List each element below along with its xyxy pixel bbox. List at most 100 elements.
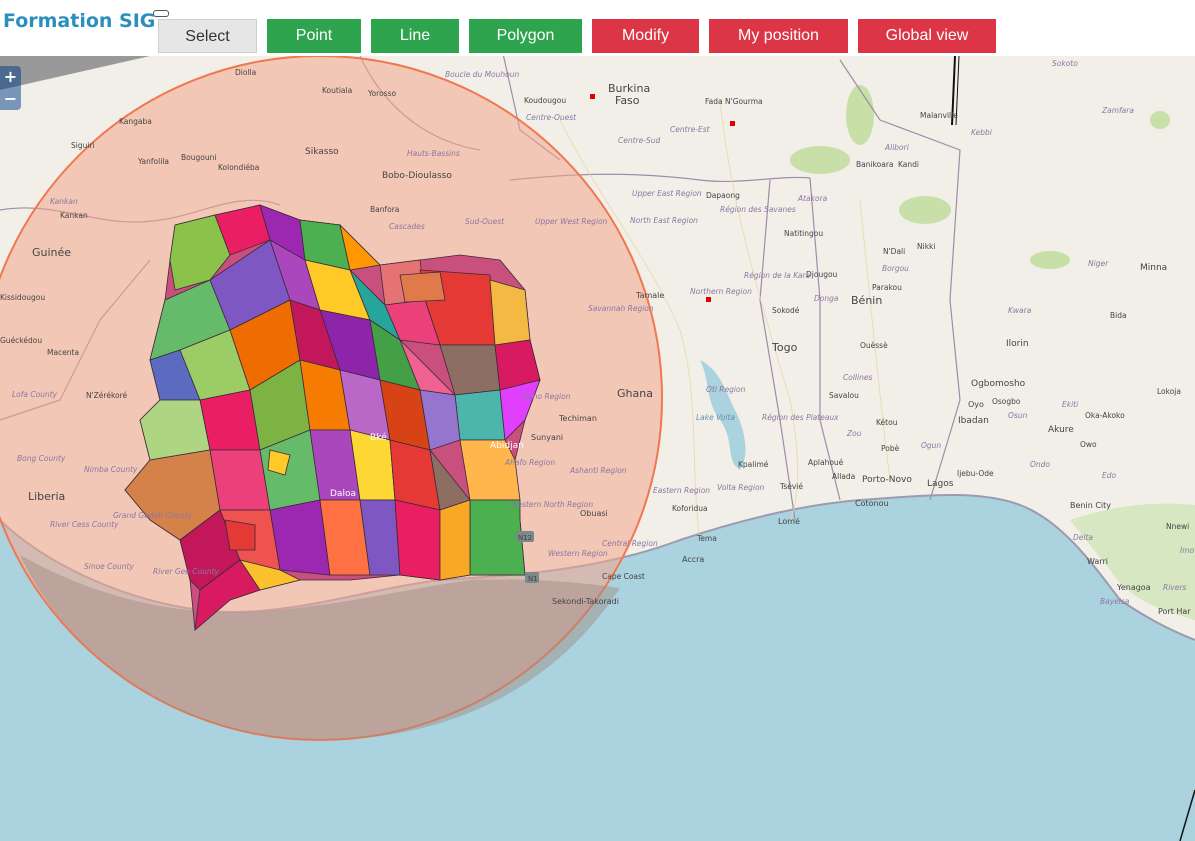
label-gueckedou: Guéckédou [0,336,42,345]
label-zou: Zou [846,429,862,438]
top-toolbar: Formation SIG Select Point Line Polygon … [0,0,1195,56]
label-ekiti: Ekiti [1062,400,1079,409]
label-ogun: Ogun [921,441,941,450]
label-togo: Togo [771,341,798,354]
label-bono: Bono Region [523,392,571,401]
label-malanville: Malanville [920,111,958,120]
label-aplahoue: Aplahoué [808,458,844,467]
label-obuasi: Obuasi [580,509,608,518]
label-imo: Imo [1180,546,1195,555]
svg-text:N12: N12 [518,534,532,542]
label-savalou: Savalou [829,391,859,400]
label-delta: Delta [1073,533,1093,542]
label-kolondieba: Kolondiéba [218,163,259,172]
label-lagos: Lagos [927,479,954,489]
label-rivers: Rivers [1163,583,1186,592]
label-koforidua: Koforidua [672,504,708,513]
label-accra: Accra [682,555,704,564]
label-cascades: Cascades [389,222,425,231]
my-position-button[interactable]: My position [709,19,848,53]
label-lake-volta: Lake Volta [696,413,735,422]
label-centre-ouest: Centre-Ouest [526,113,577,122]
label-bida: Bida [1110,311,1127,320]
label-dapaong: Dapaong [706,191,740,200]
label-kpalime: Kpalimé [738,460,769,469]
line-button[interactable]: Line [371,19,459,53]
label-zamfara: Zamfara [1101,106,1134,115]
label-ketou: Kétou [876,418,898,427]
label-ogbomosho: Ogbomosho [971,379,1026,389]
label-kandi: Kandi [898,160,919,169]
select-button[interactable]: Select [158,19,257,53]
point-marker[interactable] [706,297,711,302]
label-kwara: Kwara [1008,306,1032,315]
city-label-daloa: Daloa [330,489,356,499]
map-svg: Bké Daloa Abidjan Burkina Faso Ghana Tog… [0,56,1195,841]
point-button[interactable]: Point [267,19,361,53]
label-ouesse: Ouèssè [860,341,888,350]
label-guinee: Guinée [32,246,71,259]
label-oyo: Oyo [968,400,984,409]
point-marker[interactable] [730,121,735,126]
label-koutiala: Koutiala [322,86,352,95]
label-benin: Bénin [851,294,882,307]
modify-button[interactable]: Modify [592,19,699,53]
label-oka: Oka-Akoko [1085,411,1125,420]
label-collines: Collines [843,373,872,382]
label-yorosso: Yorosso [367,89,396,98]
label-lofa: Lofa County [12,390,58,399]
label-ibadan: Ibadan [958,416,989,426]
label-edo: Edo [1102,471,1116,480]
label-boucle: Boucle du Mouhoun [445,70,519,79]
label-ilorin: Ilorin [1006,339,1029,349]
label-banikoara: Banikoara [856,160,894,169]
map-canvas[interactable]: Bké Daloa Abidjan Burkina Faso Ghana Tog… [0,56,1195,841]
label-ghana: Ghana [617,387,653,400]
app-title: Formation SIG [3,10,156,32]
label-cape-coast: Cape Coast [602,572,645,581]
label-ijebu: Ijebu-Ode [957,469,994,478]
label-grand-gedeh: Grand Gedeh County [113,511,193,520]
label-parakou: Parakou [872,283,902,292]
label-koudougou: Koudougou [524,96,566,105]
label-bong: Bong County [17,454,66,463]
label-lokoja: Lokoja [1157,387,1181,396]
polygon-button[interactable]: Polygon [469,19,582,53]
label-nzerekore: N'Zérékoré [86,391,128,400]
label-minna: Minna [1140,263,1167,273]
label-savannah: Savannah Region [588,304,654,313]
label-sunyani: Sunyani [531,433,563,442]
zoom-out-button[interactable]: − [0,88,21,110]
label-bougouni: Bougouni [181,153,216,162]
label-ashanti: Ashanti Region [569,466,627,475]
label-hauts-bassins: Hauts-Bassins [407,149,460,158]
zoom-in-button[interactable]: + [0,66,21,88]
label-region-kara: Région de la Kara [744,271,811,280]
global-view-button[interactable]: Global view [858,19,996,53]
label-djougou: Djougou [806,270,838,279]
label-warri: Warri [1087,557,1108,566]
label-ndali: N'Dali [883,247,905,256]
label-western-north: Western North Region [510,500,593,509]
label-region-savanes: Région des Savanes [720,205,796,214]
label-atakora: Atakora [797,194,828,203]
zoom-control: + − [0,66,21,110]
label-sekondi: Sekondi-Takoradi [552,597,619,606]
label-banfora: Banfora [370,205,399,214]
label-borgou: Borgou [882,264,909,273]
label-kankan: Kankan [60,211,88,220]
label-macenta: Macenta [47,348,79,357]
label-lome: Lomé [778,516,800,526]
label-bayelsa: Bayelsa [1100,597,1130,606]
label-sud-ouest: Sud-Ouest [465,217,505,226]
label-north-east: North East Region [630,216,698,225]
label-siguiri: Siguiri [71,141,95,150]
collapse-toggle[interactable] [153,10,169,17]
label-oti: Oti Region [706,385,746,394]
road-shield-n1: N1 [528,575,538,583]
label-cotonou: Cotonou [855,499,889,508]
label-ahafo: Ahafo Region [504,458,555,467]
label-centre-sud: Centre-Sud [618,136,660,145]
label-yenagoa: Yenagoa [1116,583,1151,592]
point-marker[interactable] [590,94,595,99]
